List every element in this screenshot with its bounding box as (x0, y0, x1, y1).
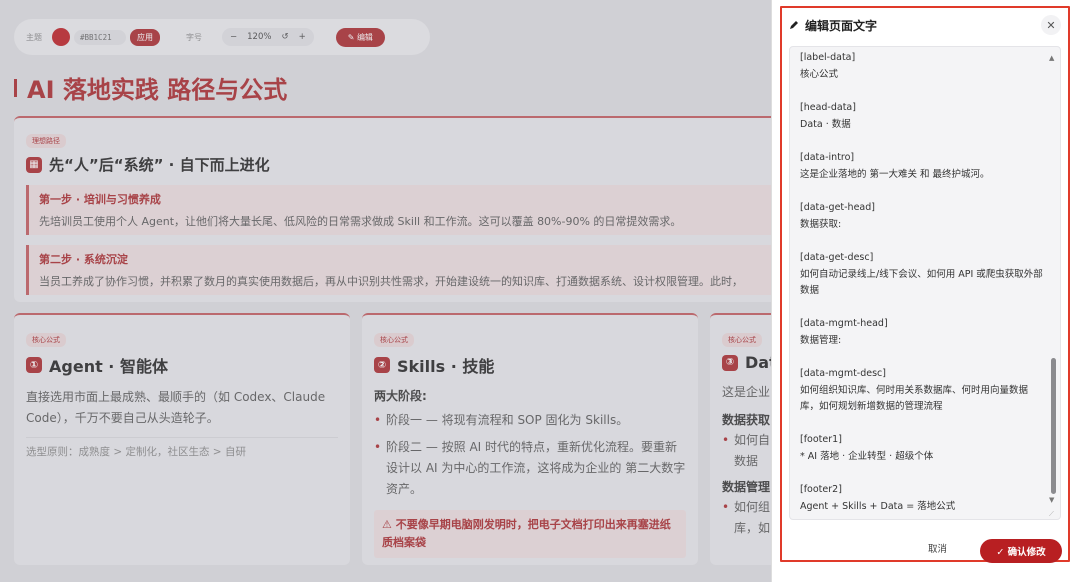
textarea-entry: [data-mgmt-head] 数据管理: (800, 316, 1045, 349)
entry-key: [data-get-head] (800, 202, 875, 213)
confirm-button[interactable]: ✓ 确认修改 (980, 539, 1062, 563)
edit-panel-title: 编辑页面文字 (805, 18, 878, 33)
cancel-button[interactable]: 取消 (928, 541, 947, 555)
textarea-entry: [head-data] Data · 数据 (800, 100, 1045, 133)
textarea-entry: [data-intro] 这是企业落地的 第一大难关 和 最终护城河。 (800, 150, 1045, 183)
entry-value: * AI 落地 · 企业转型 · 超级个体 (800, 451, 934, 462)
entry-value: 如何自动记录线上/线下会议、如何用 API 或爬虫获取外部数据 (800, 269, 1043, 296)
entry-key: [data-mgmt-desc] (800, 368, 886, 379)
textarea-entry: [data-get-desc] 如何自动记录线上/线下会议、如何用 API 或爬虫… (800, 250, 1045, 299)
entry-value: 数据获取: (800, 219, 842, 230)
resize-handle-icon[interactable]: ⟋ (1049, 510, 1054, 519)
scroll-up-icon[interactable]: ▲ (1049, 54, 1054, 62)
entry-key: [label-data] (800, 52, 856, 63)
textarea-entry: [data-mgmt-desc] 如何组织知识库、何时用关系数据库、何时用向量数据… (800, 366, 1045, 415)
entry-key: [data-intro] (800, 152, 855, 163)
close-icon[interactable]: ✕ (1041, 15, 1061, 35)
textarea-entry: [data-get-head] 数据获取: (800, 200, 1045, 233)
entry-key: [footer1] (800, 434, 842, 445)
entry-value: 数据管理: (800, 335, 842, 346)
pencil-icon (790, 21, 798, 29)
entry-value: 如何组织知识库、何时用关系数据库、何时用向量数据库，如何规划新增数据的管理流程 (800, 385, 1029, 412)
textarea-entry: [footer1] * AI 落地 · 企业转型 · 超级个体 (800, 432, 1045, 465)
entry-value: Data · 数据 (800, 119, 851, 130)
text-edit-textarea[interactable]: [label-data] 核心公式 [head-data] Data · 数据 [dat… (789, 46, 1061, 520)
entry-value: 核心公式 (800, 69, 839, 80)
scrollbar-thumb[interactable] (1051, 358, 1056, 494)
textarea-entry: [label-data] 核心公式 (800, 50, 1045, 83)
entry-value: Agent + Skills + Data = 落地公式 (800, 501, 956, 512)
textarea-content[interactable]: [label-data] 核心公式 [head-data] Data · 数据 [dat… (800, 50, 1045, 519)
entry-key: [footer2] (800, 484, 842, 495)
entry-value: 这是企业落地的 第一大难关 和 最终护城河。 (800, 169, 990, 180)
entry-key: [data-mgmt-head] (800, 318, 888, 329)
entry-key: [data-get-desc] (800, 252, 874, 263)
scroll-down-icon[interactable]: ▼ (1049, 496, 1054, 504)
textarea-entry: [footer2] Agent + Skills + Data = 落地公式 (800, 482, 1045, 515)
entry-key: [head-data] (800, 102, 856, 113)
edit-panel-header: 编辑页面文字 (789, 17, 877, 33)
